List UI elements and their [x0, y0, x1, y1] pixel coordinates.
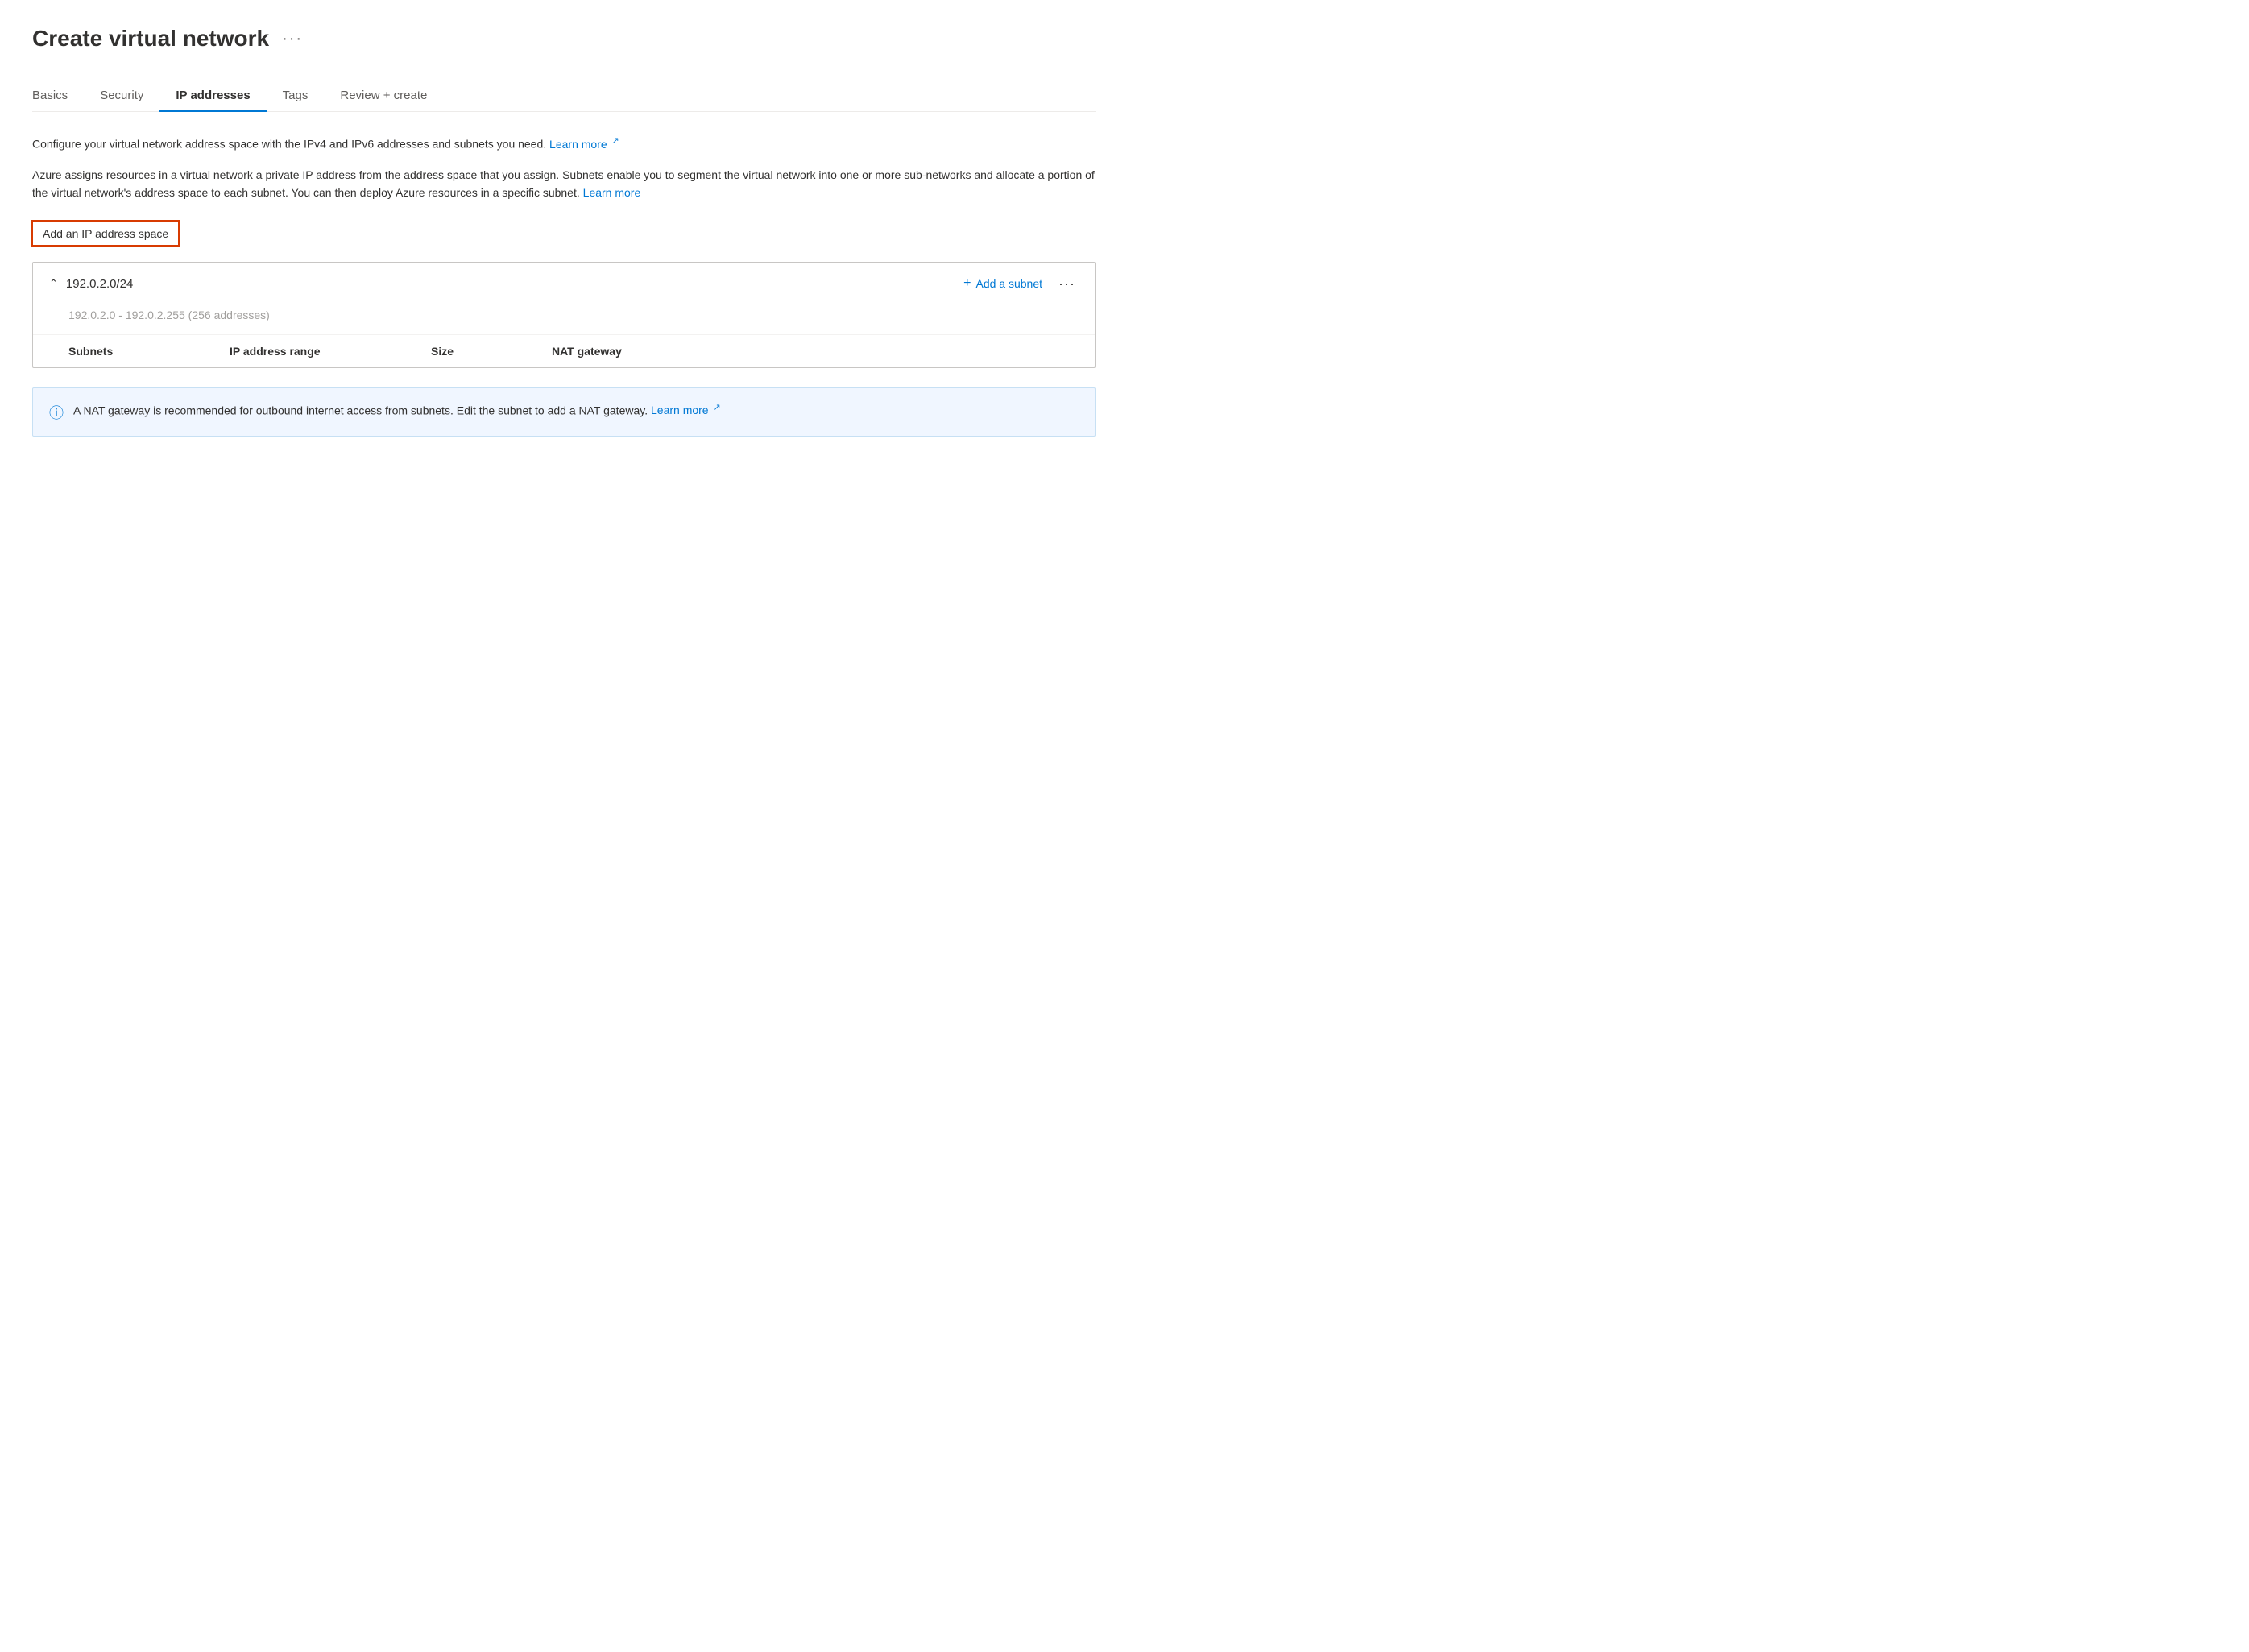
chevron-up-icon[interactable]: ⌃ — [49, 277, 58, 290]
col-header-subnets: Subnets — [68, 345, 230, 358]
add-ip-address-space-button[interactable]: Add an IP address space — [32, 222, 179, 246]
tab-tags[interactable]: Tags — [267, 81, 325, 112]
tab-basics[interactable]: Basics — [32, 81, 84, 112]
ip-space-header: ⌃ 192.0.2.0/24 + Add a subnet ··· — [33, 263, 1095, 305]
external-link-icon-1: ↗ — [612, 136, 619, 146]
nat-info-banner: ⓘ A NAT gateway is recommended for outbo… — [32, 387, 1096, 437]
ip-range-text: 192.0.2.0 - 192.0.2.255 (256 addresses) — [33, 305, 1095, 334]
tab-security[interactable]: Security — [84, 81, 159, 112]
ip-space-container: ⌃ 192.0.2.0/24 + Add a subnet ··· 192.0.… — [32, 262, 1096, 368]
description-line-2: Azure assigns resources in a virtual net… — [32, 166, 1096, 202]
tabs-bar: Basics Security IP addresses Tags Review… — [32, 81, 1096, 112]
more-options-icon[interactable]: ··· — [282, 30, 303, 48]
col-header-ip-range: IP address range — [230, 345, 431, 358]
plus-icon: + — [963, 276, 971, 291]
col-header-size: Size — [431, 345, 552, 358]
info-circle-icon: ⓘ — [49, 402, 64, 423]
subnets-table-header: Subnets IP address range Size NAT gatewa… — [33, 334, 1095, 367]
col-header-nat-gateway: NAT gateway — [552, 345, 713, 358]
ip-space-left: ⌃ 192.0.2.0/24 — [49, 277, 133, 291]
page-title: Create virtual network — [32, 26, 269, 52]
external-link-icon-2: ↗ — [713, 403, 720, 412]
tab-review-create[interactable]: Review + create — [324, 81, 443, 112]
learn-more-link-2[interactable]: Learn more — [583, 186, 641, 199]
nat-info-text: A NAT gateway is recommended for outboun… — [73, 401, 721, 420]
page-header: Create virtual network ··· — [32, 26, 1096, 52]
ip-address-label: 192.0.2.0/24 — [66, 277, 133, 291]
add-subnet-button[interactable]: + Add a subnet — [963, 276, 1042, 291]
learn-more-link-1[interactable]: Learn more ↗ — [549, 138, 619, 151]
ip-space-right: + Add a subnet ··· — [963, 275, 1079, 292]
description-line-1: Configure your virtual network address s… — [32, 135, 1096, 153]
nat-learn-more-link[interactable]: Learn more ↗ — [651, 404, 721, 416]
description-section: Configure your virtual network address s… — [32, 135, 1096, 202]
tab-ip-addresses[interactable]: IP addresses — [159, 81, 266, 112]
ip-space-more-options-button[interactable]: ··· — [1055, 275, 1079, 292]
